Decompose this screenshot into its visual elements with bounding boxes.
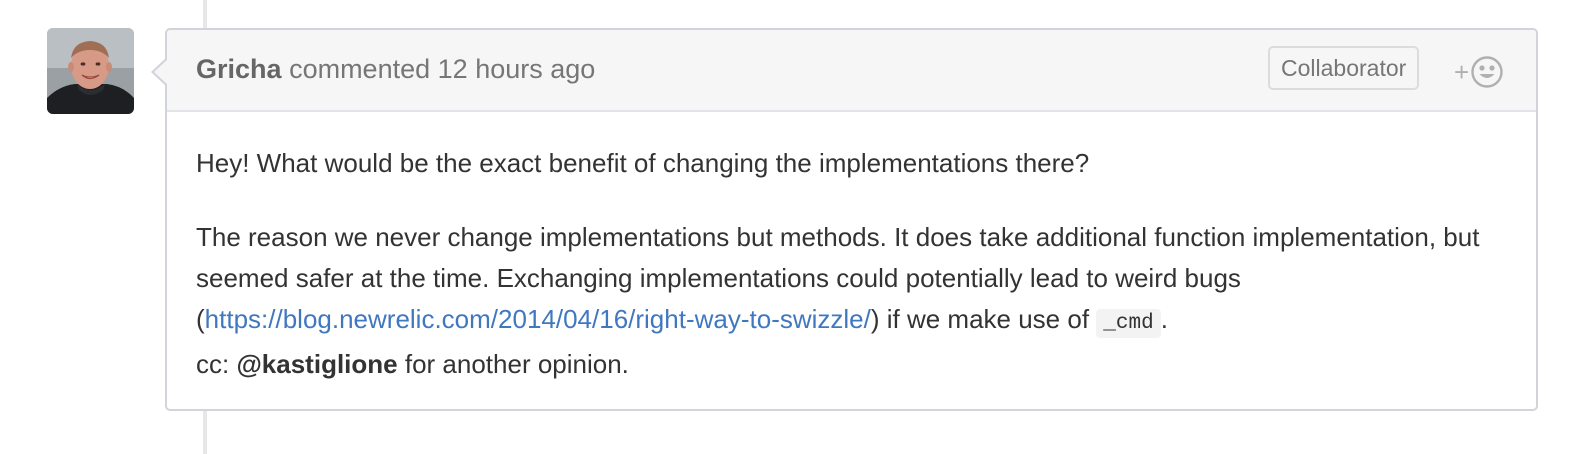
plus-icon: +	[1454, 57, 1470, 87]
blog-link[interactable]: https://blog.newrelic.com/2014/04/16/rig…	[205, 304, 871, 334]
comment-header-text: Gricha commented 12 hours ago	[196, 54, 595, 85]
avatar[interactable]	[47, 28, 134, 114]
comment-timestamp[interactable]: 12 hours ago	[438, 54, 596, 84]
cc-suffix: for another opinion.	[397, 349, 629, 379]
paragraph-2-text-continued: ) if we make use of	[870, 304, 1097, 334]
author-link[interactable]: Gricha	[196, 54, 282, 84]
comment-paragraph-2: The reason we never change implementatio…	[196, 217, 1516, 385]
add-reaction-button[interactable]: +	[1454, 54, 1510, 90]
smiley-icon	[1471, 56, 1503, 88]
inline-code: _cmd	[1096, 309, 1161, 338]
comment-action: commented	[289, 54, 431, 84]
user-mention[interactable]: @kastiglione	[236, 349, 397, 379]
comment-paragraph-1: Hey! What would be the exact benefit of …	[196, 148, 1090, 178]
comment-body: Hey! What would be the exact benefit of …	[196, 143, 1516, 385]
avatar-image	[47, 28, 134, 114]
paragraph-2-end: .	[1160, 304, 1168, 334]
comment-arrow-fill	[154, 59, 168, 85]
comment-box: Gricha commented 12 hours ago Collaborat…	[151, 28, 1538, 411]
comment-header: Gricha commented 12 hours ago Collaborat…	[167, 30, 1536, 112]
cc-prefix: cc:	[196, 349, 237, 379]
collaborator-badge: Collaborator	[1268, 46, 1420, 90]
